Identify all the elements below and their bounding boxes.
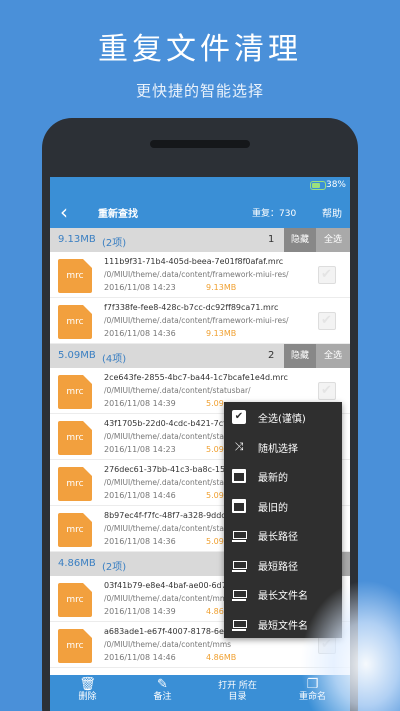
short-name-icon <box>232 617 247 631</box>
file-icon: mrc <box>58 467 92 501</box>
file-icon: mrc <box>58 629 92 663</box>
file-icon: mrc <box>58 305 92 339</box>
phone-speaker <box>150 140 250 148</box>
file-name: 2ce643fe-2855-4bc7-ba44-1c7bcafe1e4d.mrc <box>104 373 288 382</box>
file-checkbox[interactable] <box>318 382 336 400</box>
file-path: /0/MIUI/theme/.data/content/mms/ <box>104 594 234 603</box>
file-name: 111b9f31-71b4-405d-beea-7e01f8f0afaf.mrc <box>104 257 284 266</box>
promo-subtitle: 更快捷的智能选择 <box>135 82 264 100</box>
file-path: /0/MIUI/theme/.data/content/framework-mi… <box>104 316 289 325</box>
check-box-icon: ✔ <box>232 410 246 424</box>
calendar-old-icon <box>232 498 246 513</box>
file-type-label: mrc <box>66 479 84 489</box>
group-header: 5.09MB (4项) 2 隐藏 全选 <box>50 344 350 368</box>
file-type-label: mrc <box>66 317 84 327</box>
group-count: (2项) <box>102 238 127 249</box>
file-name: 8b97ec4f-f7fc-48f7-a328-9ddc <box>104 511 226 520</box>
trash-icon: 🗑 <box>79 677 96 692</box>
rescan-button[interactable]: 重新查找 <box>98 205 138 220</box>
hide-group-button[interactable]: 隐藏 <box>284 228 316 252</box>
shuffle-icon: ⤨ <box>234 439 244 453</box>
file-size: 5.09 <box>206 537 224 546</box>
file-date: 2016/11/08 14:36 <box>104 537 176 546</box>
file-path: /0/MIUI/theme/.data/content/statusbar/ <box>104 386 251 395</box>
file-name: 276dec61-37bb-41c3-ba8c-15f2 <box>104 465 233 474</box>
duplicate-count: 重复：730 <box>252 209 297 219</box>
file-icon: mrc <box>58 259 92 293</box>
file-checkbox[interactable] <box>318 266 336 284</box>
select-all-group-button[interactable]: 全选 <box>316 228 350 252</box>
file-date: 2016/11/08 14:36 <box>104 329 176 338</box>
file-type-label: mrc <box>66 641 84 651</box>
file-size: 9.13MB <box>206 329 237 338</box>
file-type-label: mrc <box>66 595 84 605</box>
file-size: 4.86MB <box>206 653 237 662</box>
group-size: 5.09MB <box>58 350 96 361</box>
light-glare-decoration <box>300 580 400 711</box>
file-path: /0/MIUI/theme/.data/content/mms <box>104 640 232 649</box>
group-header: 9.13MB (2项) 1 隐藏 全选 <box>50 228 350 252</box>
promo-title: 重复文件清理 <box>98 32 302 67</box>
file-icon: mrc <box>58 583 92 617</box>
file-size: 9.13MB <box>206 283 237 292</box>
menu-item-random[interactable]: ⤨ 随机选择 <box>224 432 342 462</box>
file-path: /0/MIUI/theme/.data/content/statu <box>104 524 232 533</box>
file-type-label: mrc <box>66 387 84 397</box>
file-path: /0/MIUI/theme/.data/content/framework-mi… <box>104 270 289 279</box>
group-count: (4项) <box>102 354 127 365</box>
chevron-left-icon[interactable]: ‹ <box>60 200 68 224</box>
file-path: /0/MIUI/theme/.data/content/statu <box>104 432 232 441</box>
file-date: 2016/11/08 14:39 <box>104 607 176 616</box>
menu-item-newest[interactable]: 最新的 <box>224 461 342 491</box>
menu-item-oldest[interactable]: 最旧的 <box>224 491 342 521</box>
file-name: f7f338fe-fee8-428c-b7cc-dc92ff89ca71.mrc <box>104 303 279 312</box>
file-type-label: mrc <box>66 525 84 535</box>
menu-item-select-all[interactable]: ✔ 全选(谨慎) <box>224 402 342 432</box>
file-checkbox[interactable] <box>318 312 336 330</box>
group-count: (2项) <box>102 562 127 573</box>
file-icon: mrc <box>58 421 92 455</box>
group-number: 1 <box>268 234 275 245</box>
file-date: 2016/11/08 14:46 <box>104 653 176 662</box>
menu-item-shortest-path[interactable]: 最短路径 <box>224 550 342 580</box>
app-bar: ‹ 重新查找 重复：730 帮助 <box>50 195 350 228</box>
file-date: 2016/11/08 14:39 <box>104 399 176 408</box>
file-type-label: mrc <box>66 433 84 443</box>
note-button[interactable]: ✎ 备注 <box>125 675 200 711</box>
battery-level: 38% <box>325 180 346 190</box>
group-size: 9.13MB <box>58 234 96 245</box>
file-size: 4.86 <box>206 607 224 616</box>
status-bar: 38% <box>50 177 350 195</box>
file-icon: mrc <box>58 375 92 409</box>
delete-button[interactable]: 🗑 删除 <box>50 675 125 711</box>
file-date: 2016/11/08 14:23 <box>104 445 176 454</box>
group-number: 2 <box>268 350 275 361</box>
calendar-new-icon <box>232 469 246 483</box>
file-name: 03f41b79-e8e4-4baf-ae00-6d7b <box>104 581 232 590</box>
hide-group-button[interactable]: 隐藏 <box>284 344 316 368</box>
file-path: /0/MIUI/theme/.data/content/statu <box>104 478 232 487</box>
file-name: a683ade1-e67f-4007-8178-6e51 <box>104 627 235 636</box>
file-date: 2016/11/08 14:23 <box>104 283 176 292</box>
file-row[interactable]: mrc 111b9f31-71b4-405d-beea-7e01f8f0afaf… <box>50 252 350 298</box>
file-date: 2016/11/08 14:46 <box>104 491 176 500</box>
file-size: 5.09 <box>206 491 224 500</box>
file-size: 5.09 <box>206 399 224 408</box>
open-folder-button[interactable]: 打开 所在目录 <box>200 675 275 711</box>
short-path-icon <box>232 558 247 572</box>
long-path-icon <box>232 528 247 542</box>
long-name-icon <box>232 587 247 601</box>
help-button[interactable]: 帮助 <box>322 205 342 220</box>
edit-icon: ✎ <box>157 677 168 692</box>
file-type-label: mrc <box>66 271 84 281</box>
file-icon: mrc <box>58 513 92 547</box>
file-row[interactable]: mrc f7f338fe-fee8-428c-b7cc-dc92ff89ca71… <box>50 298 350 344</box>
battery-icon <box>310 181 326 190</box>
menu-item-longest-path[interactable]: 最长路径 <box>224 520 342 550</box>
select-all-group-button[interactable]: 全选 <box>316 344 350 368</box>
group-size: 4.86MB <box>58 558 96 569</box>
file-size: 5.09 <box>206 445 224 454</box>
